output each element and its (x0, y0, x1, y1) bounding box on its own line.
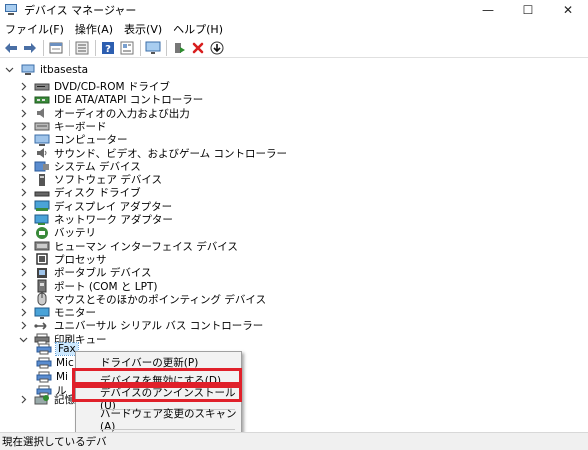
toolbar-separator (166, 39, 167, 56)
minimize-button[interactable]: — (468, 0, 508, 20)
title-bar: デバイス マネージャー — ☐ ✕ (0, 0, 588, 20)
highlight-disable-device (72, 368, 242, 385)
toolbar-separator (43, 39, 44, 56)
window-title: デバイス マネージャー (24, 4, 137, 17)
expand-chevron-icon[interactable] (18, 201, 28, 211)
print-queue-item-label: Mi (56, 370, 68, 383)
tree-root-label: itbasesta (40, 63, 89, 76)
expand-chevron-icon[interactable] (18, 228, 28, 238)
uninstall-x-icon[interactable] (189, 39, 207, 57)
expand-chevron-icon[interactable] (18, 215, 28, 225)
expand-chevron-icon[interactable] (18, 268, 28, 278)
status-bar: 現在選択しているデバ (0, 432, 588, 450)
expand-chevron-icon[interactable] (18, 148, 28, 158)
menu-bar: ファイル(F) 操作(A) 表示(V) ヘルプ(H) (0, 20, 588, 38)
expand-chevron-icon[interactable] (18, 294, 28, 304)
menu-help[interactable]: ヘルプ(H) (168, 21, 229, 37)
expand-chevron-icon[interactable] (18, 395, 28, 405)
expand-chevron-icon[interactable] (18, 135, 28, 145)
menu-file[interactable]: ファイル(F) (0, 21, 70, 37)
view-icon[interactable] (118, 39, 136, 57)
expand-chevron-icon[interactable] (18, 241, 28, 251)
computer-icon (20, 63, 36, 77)
toolbar-separator (69, 39, 70, 56)
help-icon[interactable]: ? (99, 39, 117, 57)
tree-root[interactable]: itbasesta (4, 61, 88, 78)
status-text: 現在選択しているデバ (2, 436, 107, 448)
close-button[interactable]: ✕ (548, 0, 588, 20)
update-driver-down-icon[interactable] (208, 39, 226, 57)
expand-chevron-icon[interactable] (18, 321, 28, 331)
expand-chevron-icon[interactable] (18, 121, 28, 131)
back-arrow-icon[interactable] (2, 39, 20, 57)
expand-chevron-icon[interactable] (18, 281, 28, 291)
storage-icon (34, 393, 50, 407)
monitor-scan-icon[interactable] (144, 39, 162, 57)
toolbar-separator (140, 39, 141, 56)
svg-text:?: ? (105, 44, 111, 55)
expand-chevron-icon[interactable] (18, 188, 28, 198)
expand-chevron-icon[interactable] (18, 254, 28, 264)
menu-view[interactable]: 表示(V) (119, 21, 168, 37)
toolbar: ? (0, 38, 588, 58)
properties-window-icon[interactable] (47, 39, 65, 57)
expand-chevron-icon[interactable] (18, 108, 28, 118)
print-queue-item-label: Mic (56, 356, 74, 369)
device-manager-icon (4, 3, 20, 17)
collapse-chevron-icon[interactable] (4, 65, 14, 75)
expand-chevron-icon[interactable] (18, 82, 28, 92)
menu-action[interactable]: 操作(A) (70, 21, 119, 37)
highlight-uninstall-device (72, 385, 242, 402)
forward-arrow-icon[interactable] (21, 39, 39, 57)
maximize-button[interactable]: ☐ (508, 0, 548, 20)
expand-chevron-icon[interactable] (18, 175, 28, 185)
context-menu-scan-hardware[interactable]: ハードウェア変更のスキャン(A) (76, 408, 241, 433)
expand-chevron-icon[interactable] (18, 95, 28, 105)
expand-chevron-icon[interactable] (18, 308, 28, 318)
expand-chevron-icon[interactable] (18, 161, 28, 171)
add-driver-icon[interactable] (170, 39, 188, 57)
collapse-chevron-icon[interactable] (18, 334, 28, 344)
device-list-icon[interactable] (73, 39, 91, 57)
toolbar-separator (95, 39, 96, 56)
